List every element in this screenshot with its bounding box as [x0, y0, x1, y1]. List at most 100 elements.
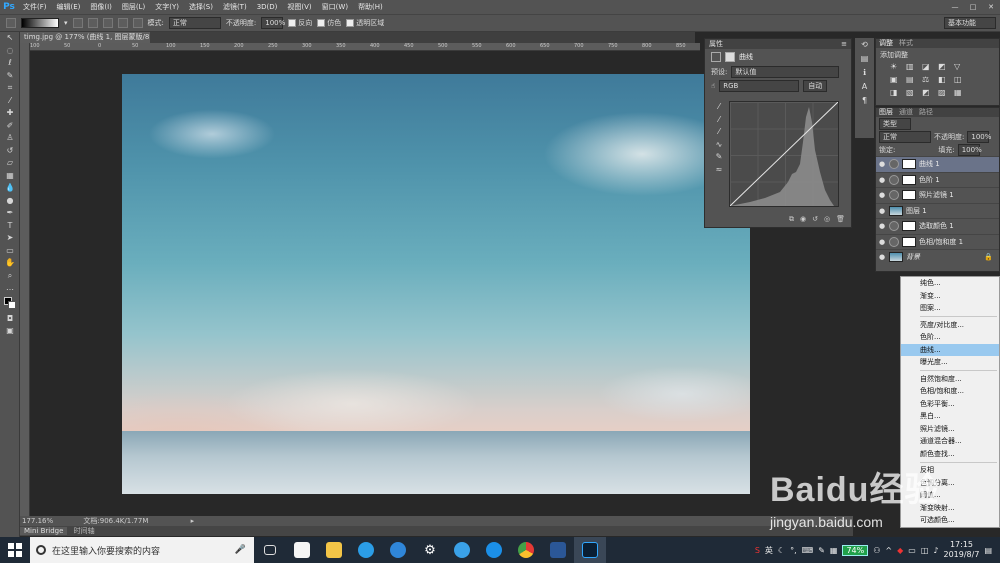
- battery-icon[interactable]: ▭: [908, 546, 916, 555]
- up-arrow-icon[interactable]: ^: [885, 546, 892, 555]
- menu-window[interactable]: 窗口(W): [317, 0, 353, 14]
- menu-item-pattern[interactable]: 图案...: [901, 302, 999, 315]
- clip-to-layer-icon[interactable]: ⧉: [789, 215, 794, 227]
- quick-select-tool-icon[interactable]: ✎: [0, 70, 20, 83]
- network-icon[interactable]: ◫: [921, 546, 929, 555]
- start-button[interactable]: [0, 537, 30, 563]
- transparency-checkbox[interactable]: 透明区域: [346, 18, 384, 28]
- pencil-curve-icon[interactable]: ✎: [709, 151, 729, 164]
- brightness-icon[interactable]: ☀: [890, 62, 902, 71]
- qq-browser-icon[interactable]: [446, 537, 478, 563]
- opacity-input[interactable]: 100%: [261, 17, 285, 29]
- view-previous-icon[interactable]: ◉: [800, 215, 806, 227]
- move-tool-icon[interactable]: ↖: [0, 32, 20, 45]
- gradient-map-icon[interactable]: ▽: [954, 62, 966, 71]
- layer-mask-thumbnail[interactable]: [902, 190, 916, 201]
- eye-icon[interactable]: ●: [878, 253, 886, 261]
- exposure-icon[interactable]: ◩: [938, 62, 950, 71]
- paragraph-panel-icon[interactable]: ¶: [855, 94, 874, 108]
- preset-select[interactable]: 默认值: [731, 66, 840, 78]
- history-panel-icon[interactable]: ⟲: [855, 38, 874, 52]
- healing-brush-tool-icon[interactable]: ✚: [0, 107, 20, 120]
- menu-help[interactable]: 帮助(H): [353, 0, 388, 14]
- antivirus-icon[interactable]: ◆: [897, 546, 903, 555]
- close-button[interactable]: ✕: [982, 0, 1000, 14]
- eyedropper-tool-icon[interactable]: ⁄: [0, 95, 20, 108]
- menu-item-color-lookup[interactable]: 颜色查找...: [901, 448, 999, 461]
- tab-mini-bridge[interactable]: Mini Bridge: [20, 527, 68, 535]
- bw-icon[interactable]: ◧: [938, 75, 950, 84]
- person-icon[interactable]: ⚇: [873, 546, 880, 555]
- channel-select[interactable]: RGB: [719, 80, 800, 92]
- settings-gear-icon[interactable]: ⚙: [414, 537, 446, 563]
- color-balance-icon[interactable]: ⚖: [922, 75, 934, 84]
- panel-menu-icon[interactable]: ≡: [841, 39, 851, 49]
- layer-row-curves-1[interactable]: ● 曲线 1: [876, 156, 999, 172]
- menu-item-brightness-contrast[interactable]: 亮度/对比度...: [901, 319, 999, 332]
- more-tools-icon[interactable]: …: [0, 282, 20, 295]
- layer-mask-thumbnail[interactable]: [902, 221, 916, 232]
- layer-row-hue-saturation-1[interactable]: ● 色相/饱和度 1: [876, 233, 999, 250]
- menu-3d[interactable]: 3D(D): [252, 0, 283, 14]
- ie-browser-icon[interactable]: [350, 537, 382, 563]
- menu-item-gradient-map[interactable]: 渐变映射...: [901, 502, 999, 515]
- doc-info[interactable]: 文档:906.4K/1.77M: [83, 517, 148, 525]
- microphone-icon[interactable]: 🎤: [235, 545, 254, 555]
- task-view-icon[interactable]: [254, 537, 286, 563]
- dither-checkbox[interactable]: 仿色: [317, 18, 341, 28]
- tab-paths[interactable]: 路径: [919, 108, 933, 117]
- character-panel-icon[interactable]: A: [855, 80, 874, 94]
- color-swatches[interactable]: [0, 295, 20, 313]
- tab-adjustments[interactable]: 调整: [879, 39, 893, 48]
- eraser-tool-icon[interactable]: ▱: [0, 157, 20, 170]
- hue-icon[interactable]: ▤: [906, 75, 918, 84]
- radial-gradient-button[interactable]: [87, 18, 98, 28]
- linear-gradient-button[interactable]: [72, 18, 83, 28]
- keyboard-icon[interactable]: ⌨: [802, 546, 814, 555]
- history-brush-tool-icon[interactable]: ↺: [0, 145, 20, 158]
- properties-panel-icon[interactable]: ▤: [855, 52, 874, 66]
- chevron-right-icon[interactable]: ▸: [191, 517, 195, 525]
- ime-language[interactable]: 英: [765, 545, 773, 556]
- invert-icon[interactable]: ◨: [890, 88, 902, 97]
- tab-layers[interactable]: 图层: [879, 108, 893, 117]
- taskbar-search-box[interactable]: 在这里输入你要搜索的内容 🎤: [30, 537, 254, 563]
- sogou-app-icon[interactable]: [478, 537, 510, 563]
- clock-app-icon[interactable]: [382, 537, 414, 563]
- mode-select[interactable]: 正常: [168, 17, 221, 29]
- blur-tool-icon[interactable]: 💧: [0, 182, 20, 195]
- menu-image[interactable]: 图像(I): [85, 0, 117, 14]
- layer-row-background[interactable]: ● 背景 🔒: [876, 249, 999, 265]
- reflected-gradient-button[interactable]: [117, 18, 128, 28]
- chrome-icon[interactable]: [510, 537, 542, 563]
- menu-item-channel-mixer[interactable]: 通道混合器...: [901, 435, 999, 448]
- sky-sea-photo[interactable]: [122, 74, 750, 494]
- photoshop-taskbar-icon[interactable]: [574, 537, 606, 563]
- menu-item-photo-filter[interactable]: 照片滤镜...: [901, 423, 999, 436]
- photo-filter-icon[interactable]: ◫: [954, 75, 966, 84]
- layer-mask-thumbnail[interactable]: [902, 174, 916, 185]
- screen-mode-icon[interactable]: ▣: [0, 325, 20, 338]
- white-point-eyedropper-icon[interactable]: ⁄: [709, 126, 729, 139]
- delete-icon[interactable]: 🗑: [836, 215, 845, 227]
- menu-item-selective-color[interactable]: 可选颜色...: [901, 514, 999, 527]
- layer-row-photo-filter-1[interactable]: ● 照片滤镜 1: [876, 187, 999, 203]
- wrench-icon[interactable]: ✎: [818, 546, 825, 555]
- info-panel-icon[interactable]: ℹ: [855, 66, 874, 80]
- background-color-swatch[interactable]: [8, 300, 16, 309]
- black-point-eyedropper-icon[interactable]: ⁄: [709, 101, 729, 114]
- layer-filter-select[interactable]: 类型: [879, 117, 911, 130]
- menu-type[interactable]: 文字(Y): [150, 0, 184, 14]
- layer-row-layer-1[interactable]: ● 图层 1: [876, 202, 999, 219]
- path-selection-tool-icon[interactable]: ➤: [0, 232, 20, 245]
- brush-tool-icon[interactable]: ✐: [0, 120, 20, 133]
- fill-input[interactable]: 100%: [957, 143, 982, 156]
- menu-view[interactable]: 视图(V): [282, 0, 316, 14]
- notifications-icon[interactable]: ▤: [984, 546, 992, 555]
- eye-icon[interactable]: ●: [878, 176, 886, 184]
- quick-mask-icon[interactable]: ◘: [0, 313, 20, 326]
- diamond-gradient-button[interactable]: [132, 18, 143, 28]
- menu-item-black-white[interactable]: 黑白...: [901, 410, 999, 423]
- menu-item-color-balance[interactable]: 色彩平衡...: [901, 398, 999, 411]
- layer-opacity-input[interactable]: 100%: [967, 130, 991, 143]
